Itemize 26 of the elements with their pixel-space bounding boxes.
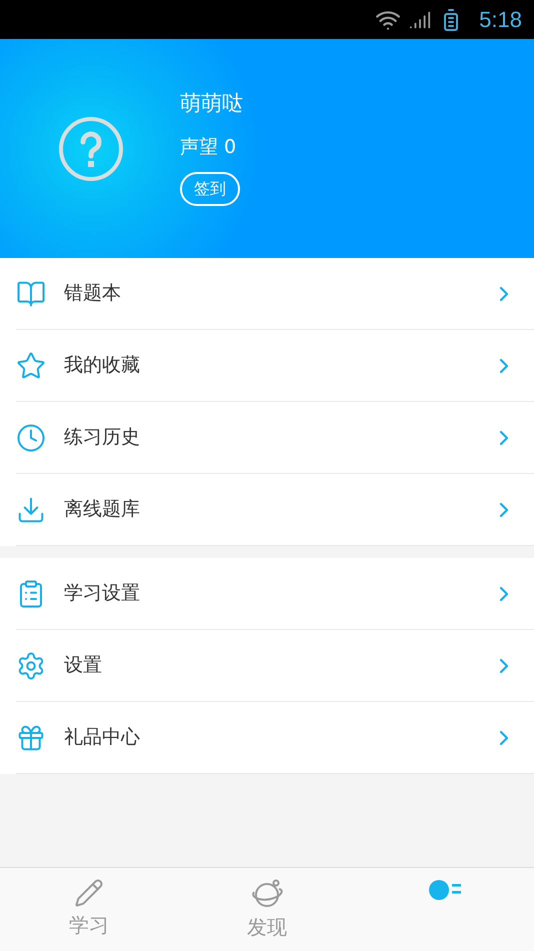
clock-icon	[16, 422, 46, 452]
menu-item[interactable]: 练习历史	[16, 402, 534, 474]
menu-item[interactable]: 我的收藏	[16, 330, 534, 402]
tab-label: 发现	[247, 914, 287, 941]
menu-label: 我的收藏	[64, 353, 141, 378]
avatar-placeholder-icon	[58, 116, 124, 182]
clock-time: 5:18	[479, 6, 522, 34]
menu-label: 礼品中心	[64, 725, 141, 750]
menu-label: 错题本	[64, 281, 122, 306]
menu-item[interactable]: 错题本	[16, 258, 534, 330]
star-icon	[16, 350, 46, 380]
menu-item[interactable]: 离线题库	[16, 474, 534, 546]
pencil-icon	[74, 878, 104, 908]
user-name: 萌萌哒	[180, 90, 243, 116]
menu-label: 学习设置	[64, 581, 141, 606]
menu-label: 离线题库	[64, 497, 141, 522]
reputation-text: 声望 0	[180, 135, 236, 160]
profile-icon	[427, 878, 463, 902]
tab-label: 学习	[69, 912, 109, 939]
menu-item[interactable]: 学习设置	[16, 558, 534, 630]
settings-icon	[16, 650, 46, 680]
menu-item[interactable]: 礼品中心	[16, 702, 534, 774]
planet-icon	[249, 878, 285, 910]
menu-item[interactable]: 设置	[16, 630, 534, 702]
menu-label: 设置	[64, 653, 103, 678]
menu-label: 练习历史	[64, 425, 141, 450]
